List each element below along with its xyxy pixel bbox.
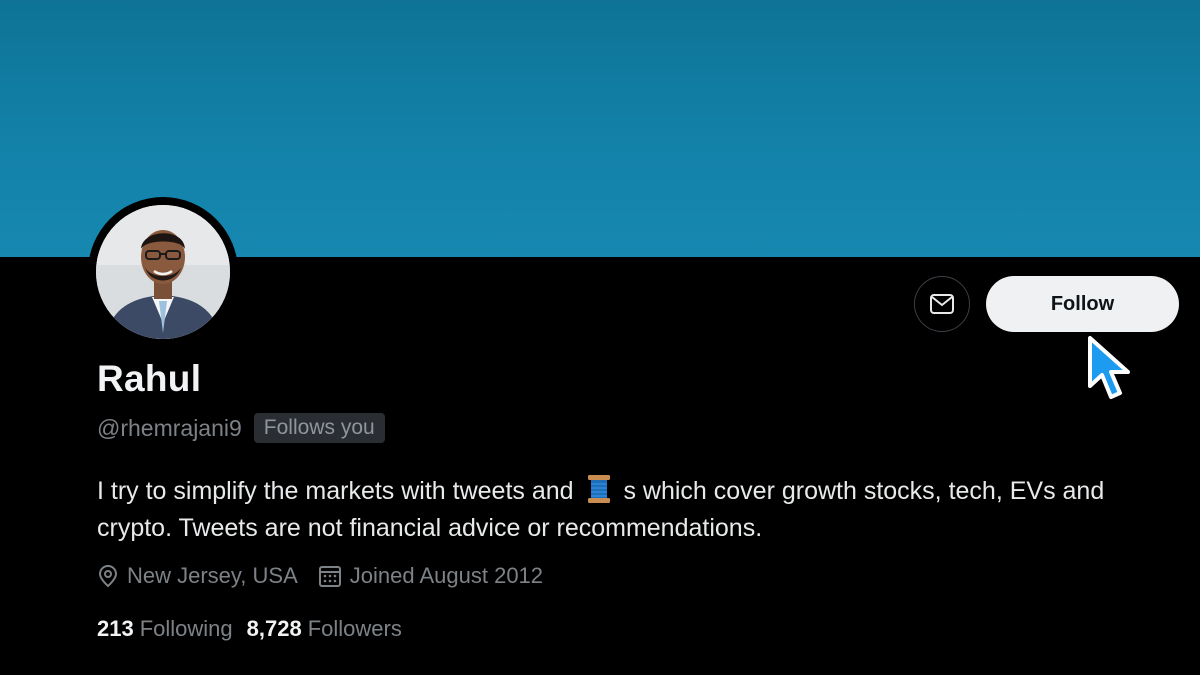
avatar-container[interactable] <box>88 197 238 347</box>
profile-name: Rahul <box>97 358 202 399</box>
envelope-icon <box>930 294 954 314</box>
handle-row: @rhemrajani9 Follows you <box>97 413 385 443</box>
following-link[interactable]: 213 Following <box>97 616 233 642</box>
profile-handle: @rhemrajani9 <box>97 414 242 441</box>
profile-stats: 213 Following 8,728 Followers <box>97 616 416 642</box>
followers-link[interactable]: 8,728 Followers <box>247 616 402 642</box>
joined-text: Joined August 2012 <box>349 563 544 588</box>
profile-meta: New Jersey, USA Joined August 2012 <box>97 563 563 589</box>
followers-label: Followers <box>307 616 402 641</box>
spool-of-thread-icon <box>587 475 610 503</box>
calendar-icon <box>318 566 341 587</box>
joined-item: Joined August 2012 <box>318 563 543 589</box>
bio-text-start: I try to simplify the markets with tweet… <box>97 477 574 505</box>
location-item: New Jersey, USA <box>97 563 298 589</box>
following-count: 213 <box>97 616 134 641</box>
profile-bio: I try to simplify the markets with tweet… <box>97 473 1137 547</box>
avatar-image <box>96 205 230 339</box>
location-text: New Jersey, USA <box>127 563 298 588</box>
message-button[interactable] <box>914 276 970 332</box>
following-label: Following <box>139 616 233 641</box>
mouse-cursor-icon <box>1088 336 1130 399</box>
follow-button[interactable]: Follow <box>986 276 1179 332</box>
location-pin-icon <box>98 564 118 588</box>
avatar[interactable] <box>96 205 230 339</box>
follows-you-badge: Follows you <box>253 413 385 443</box>
followers-count: 8,728 <box>246 616 302 641</box>
